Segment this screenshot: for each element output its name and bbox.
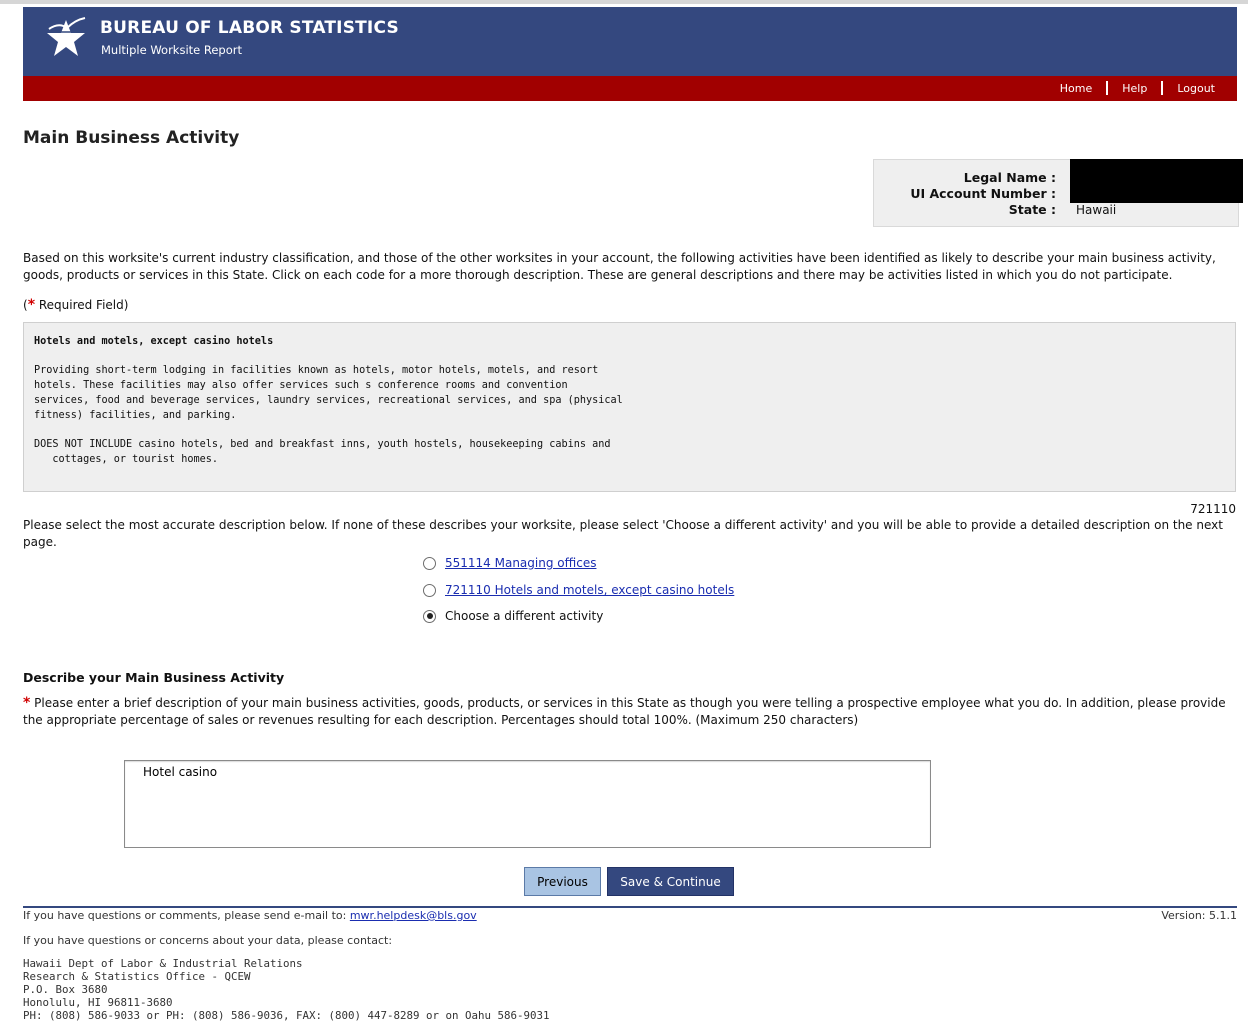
version-text: Version: 5.1.1 bbox=[1161, 909, 1237, 922]
contact-address: Hawaii Dept of Labor & Industrial Relati… bbox=[23, 957, 550, 1022]
bls-star-logo-icon bbox=[47, 17, 86, 56]
help-link[interactable]: Help bbox=[1122, 82, 1147, 95]
required-field-note: (* Required Field) bbox=[23, 297, 1227, 314]
description-title: Hotels and motels, except casino hotels bbox=[34, 336, 274, 347]
activity-code: 721110 bbox=[1190, 502, 1236, 516]
footer-divider bbox=[23, 906, 1237, 908]
link-separator bbox=[1106, 81, 1109, 95]
state-label: State : bbox=[1008, 202, 1056, 217]
save-continue-button[interactable]: Save & Continue bbox=[607, 867, 734, 896]
home-link[interactable]: Home bbox=[1060, 82, 1092, 95]
link-separator bbox=[1161, 81, 1164, 95]
top-links: Home Help Logout bbox=[1060, 81, 1215, 95]
footer-email-prefix: If you have questions or comments, pleas… bbox=[23, 909, 350, 922]
org-name: BUREAU OF LABOR STATISTICS bbox=[100, 18, 399, 38]
previous-button[interactable]: Previous bbox=[524, 867, 601, 896]
helpdesk-email-link[interactable]: mwr.helpdesk@bls.gov bbox=[350, 909, 477, 922]
account-info-panel: Legal Name : UI Account Number : State :… bbox=[873, 159, 1243, 227]
intro-text: Based on this worksite's current industr… bbox=[23, 251, 1216, 282]
state-value: Hawaii bbox=[1076, 203, 1117, 217]
describe-instructions-text: Please enter a brief description of your… bbox=[23, 696, 1226, 727]
contact-intro: If you have questions or concerns about … bbox=[23, 934, 393, 947]
description-excludes: DOES NOT INCLUDE casino hotels, bed and … bbox=[34, 439, 611, 465]
app-name: Multiple Worksite Report bbox=[101, 43, 243, 57]
header-banner: BUREAU OF LABOR STATISTICS Multiple Work… bbox=[23, 7, 1237, 76]
describe-heading: Describe your Main Business Activity bbox=[23, 670, 285, 685]
option-different-activity-label: Choose a different activity bbox=[445, 609, 604, 623]
radio-button-selected[interactable] bbox=[423, 609, 436, 623]
option-different-activity[interactable]: Choose a different activity bbox=[423, 609, 603, 623]
top-border bbox=[0, 0, 1248, 4]
activity-description-box: Hotels and motels, except casino hotels … bbox=[23, 322, 1236, 492]
option-721110[interactable]: 721110 Hotels and motels, except casino … bbox=[423, 583, 734, 597]
required-note-text: Required Field) bbox=[35, 298, 129, 312]
select-instruction: Please select the most accurate descript… bbox=[23, 518, 1223, 549]
required-star: * bbox=[27, 297, 36, 313]
business-activity-textarea[interactable]: Hotel casino bbox=[124, 760, 931, 848]
footer-email-line: If you have questions or comments, pleas… bbox=[23, 909, 477, 922]
option-551114-link[interactable]: 551114 Managing offices bbox=[445, 556, 596, 570]
redacted-block bbox=[1070, 159, 1243, 203]
option-551114[interactable]: 551114 Managing offices bbox=[423, 556, 596, 570]
option-721110-link[interactable]: 721110 Hotels and motels, except casino … bbox=[445, 583, 734, 597]
describe-instructions: * Please enter a brief description of yo… bbox=[23, 695, 1227, 729]
legal-name-label: Legal Name : bbox=[963, 170, 1056, 185]
logout-link[interactable]: Logout bbox=[1177, 82, 1215, 95]
radio-button[interactable] bbox=[423, 583, 436, 597]
radio-button[interactable] bbox=[423, 556, 436, 570]
nav-bar: Home Help Logout bbox=[23, 76, 1237, 101]
ui-account-label: UI Account Number : bbox=[910, 186, 1056, 201]
page-title: Main Business Activity bbox=[23, 128, 240, 148]
description-body: Providing short-term lodging in faciliti… bbox=[34, 365, 623, 421]
